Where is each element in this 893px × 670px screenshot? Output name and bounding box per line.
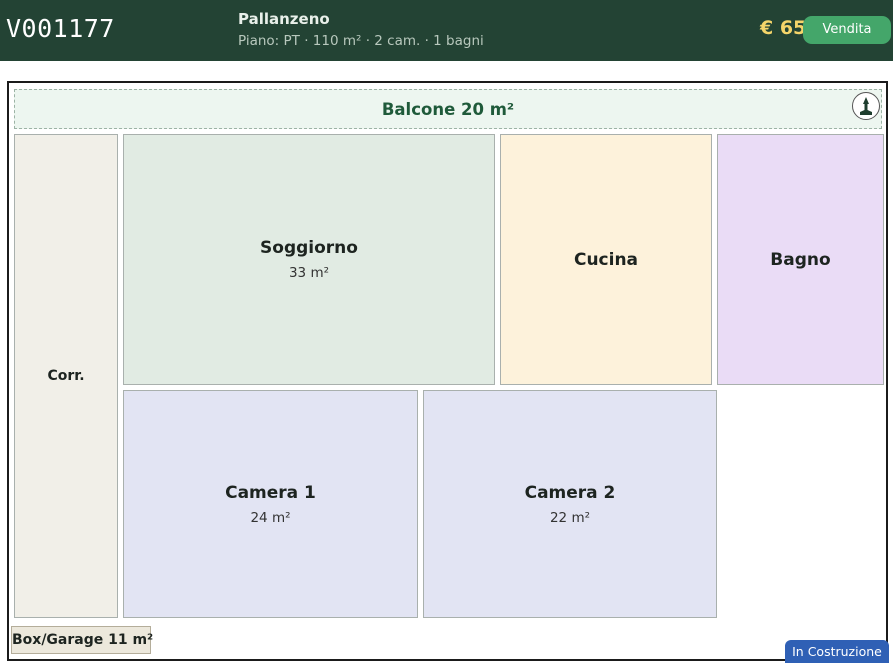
room-area: 33 m²	[288, 265, 330, 281]
room-camera-1[interactable]: Camera 1 24 m²	[123, 390, 418, 618]
room-name: Balcone 20 m²	[381, 99, 515, 119]
status-badge: In Costruzione	[785, 640, 889, 663]
room-camera-2[interactable]: Camera 2 22 m²	[423, 390, 717, 618]
listing-title: Pallanzeno	[238, 10, 330, 28]
room-balcone[interactable]: Balcone 20 m²	[14, 89, 882, 129]
room-name: Bagno	[770, 249, 831, 270]
room-area: 24 m²	[250, 509, 291, 526]
room-name: Soggiorno	[260, 238, 358, 258]
box-garage[interactable]: Box/Garage 11 m²	[11, 626, 153, 654]
room-bagno[interactable]: Bagno	[717, 134, 884, 385]
north-arrow-icon	[852, 92, 880, 120]
room-name: Camera 2	[524, 482, 616, 503]
room-soggiorno[interactable]: Soggiorno 33 m²	[123, 134, 495, 385]
floor-plan: Balcone 20 m² Corr. Soggiorno 33 m² Cuci…	[7, 81, 888, 661]
listing-code: V001177	[6, 14, 115, 43]
contract-badge[interactable]: Vendita	[803, 16, 891, 44]
room-name: Cucina	[573, 249, 639, 270]
room-area: 22 m²	[549, 509, 591, 526]
room-cucina[interactable]: Cucina	[500, 134, 712, 385]
room-name: Camera 1	[225, 482, 316, 503]
room-name: Corr.	[47, 368, 85, 384]
listing-header: V001177 Pallanzeno Piano: PT · 110 m² · …	[0, 0, 893, 61]
listing-subtitle: Piano: PT · 110 m² · 2 cam. · 1 bagni	[238, 33, 484, 49]
room-corridor[interactable]: Corr.	[14, 134, 118, 618]
